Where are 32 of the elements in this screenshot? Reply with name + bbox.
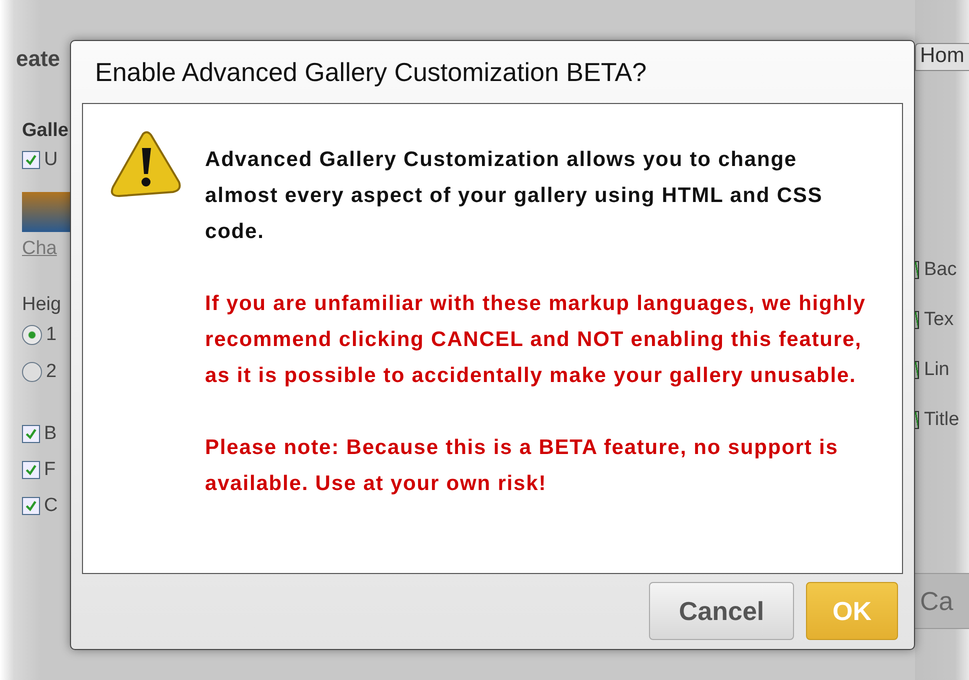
height-label: Heig [22, 294, 62, 316]
dialog-title: Enable Advanced Gallery Customization BETA? [94, 56, 648, 89]
radio-button[interactable] [22, 362, 42, 382]
checkbox[interactable] [22, 425, 40, 443]
checkbox[interactable] [915, 311, 919, 329]
checkbox[interactable] [22, 461, 40, 479]
warning-text: Please note: Because this is a BETA feature, no support is available. Use at your own risk! [205, 435, 840, 497]
radio-button[interactable] [22, 324, 42, 344]
option-label: U [44, 149, 58, 171]
checkbox[interactable] [915, 361, 919, 379]
option-label: B [44, 423, 57, 445]
checkbox[interactable] [22, 151, 40, 169]
section-heading: Galle [22, 120, 70, 142]
checkbox[interactable] [915, 261, 919, 279]
option-label: Tex [924, 309, 954, 331]
option-label: Title [924, 409, 960, 431]
option-label: 2 [46, 360, 57, 382]
option-label: Bac [924, 259, 957, 281]
message-text: Advanced Gallery Customization allows you to change almost every aspect of your gallery using HTML and CSS code. [205, 147, 824, 245]
checkbox[interactable] [915, 411, 919, 429]
ok-button[interactable]: OK [806, 582, 898, 640]
option-label: C [44, 495, 58, 517]
option-label: Lin [924, 359, 950, 381]
page-title: eate [16, 46, 62, 72]
warning-text: If you are unfamiliar with these markup languages, we highly recommend clicking CANCEL and NOT enabling this feature, as it is possible to accidentally make your gallery unusable. [205, 291, 867, 389]
tab[interactable]: Hom [915, 43, 969, 71]
change-link[interactable]: Cha [22, 238, 70, 260]
cancel-button[interactable]: Cancel [649, 582, 794, 640]
checkbox[interactable] [22, 497, 40, 515]
option-label: F [44, 459, 56, 481]
option-label: 1 [46, 324, 57, 346]
color-preview [22, 192, 70, 232]
